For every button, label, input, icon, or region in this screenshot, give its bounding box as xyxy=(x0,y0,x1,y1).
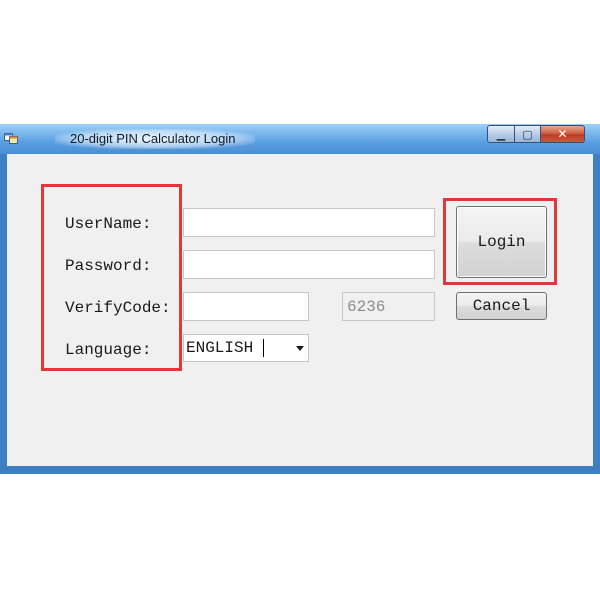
window-controls: ▁ ▢ ✕ xyxy=(487,125,585,144)
username-field[interactable] xyxy=(183,208,435,237)
login-button[interactable]: Login xyxy=(456,206,547,278)
password-field[interactable] xyxy=(183,250,435,279)
language-label: Language: xyxy=(65,341,152,359)
cancel-button[interactable]: Cancel xyxy=(456,292,547,320)
language-selected-value: ENGLISH xyxy=(186,339,254,357)
login-window: 20-digit PIN Calculator Login ▁ ▢ ✕ User… xyxy=(0,124,600,474)
cancel-button-label: Cancel xyxy=(472,297,531,315)
dropdown-arrow-icon[interactable] xyxy=(296,346,304,351)
maximize-button[interactable]: ▢ xyxy=(515,125,541,143)
close-button[interactable]: ✕ xyxy=(541,125,585,143)
login-button-label: Login xyxy=(477,233,526,251)
username-label: UserName: xyxy=(65,215,152,233)
maximize-icon: ▢ xyxy=(522,127,533,141)
title-bar[interactable]: 20-digit PIN Calculator Login ▁ ▢ ✕ xyxy=(0,124,600,154)
password-label: Password: xyxy=(65,257,152,275)
text-cursor xyxy=(263,339,264,357)
verify-code-display: 6236 xyxy=(342,292,435,321)
close-icon: ✕ xyxy=(557,127,568,141)
verifycode-field[interactable] xyxy=(183,292,309,321)
app-window-icon[interactable] xyxy=(4,131,18,145)
language-select[interactable]: ENGLISH xyxy=(183,334,309,362)
window-title: 20-digit PIN Calculator Login xyxy=(70,131,236,146)
login-form: UserName: Password: VerifyCode: 6236 Lan… xyxy=(7,154,593,466)
minimize-button[interactable]: ▁ xyxy=(487,125,515,143)
verifycode-label: VerifyCode: xyxy=(65,299,171,317)
minimize-icon: ▁ xyxy=(496,127,506,141)
